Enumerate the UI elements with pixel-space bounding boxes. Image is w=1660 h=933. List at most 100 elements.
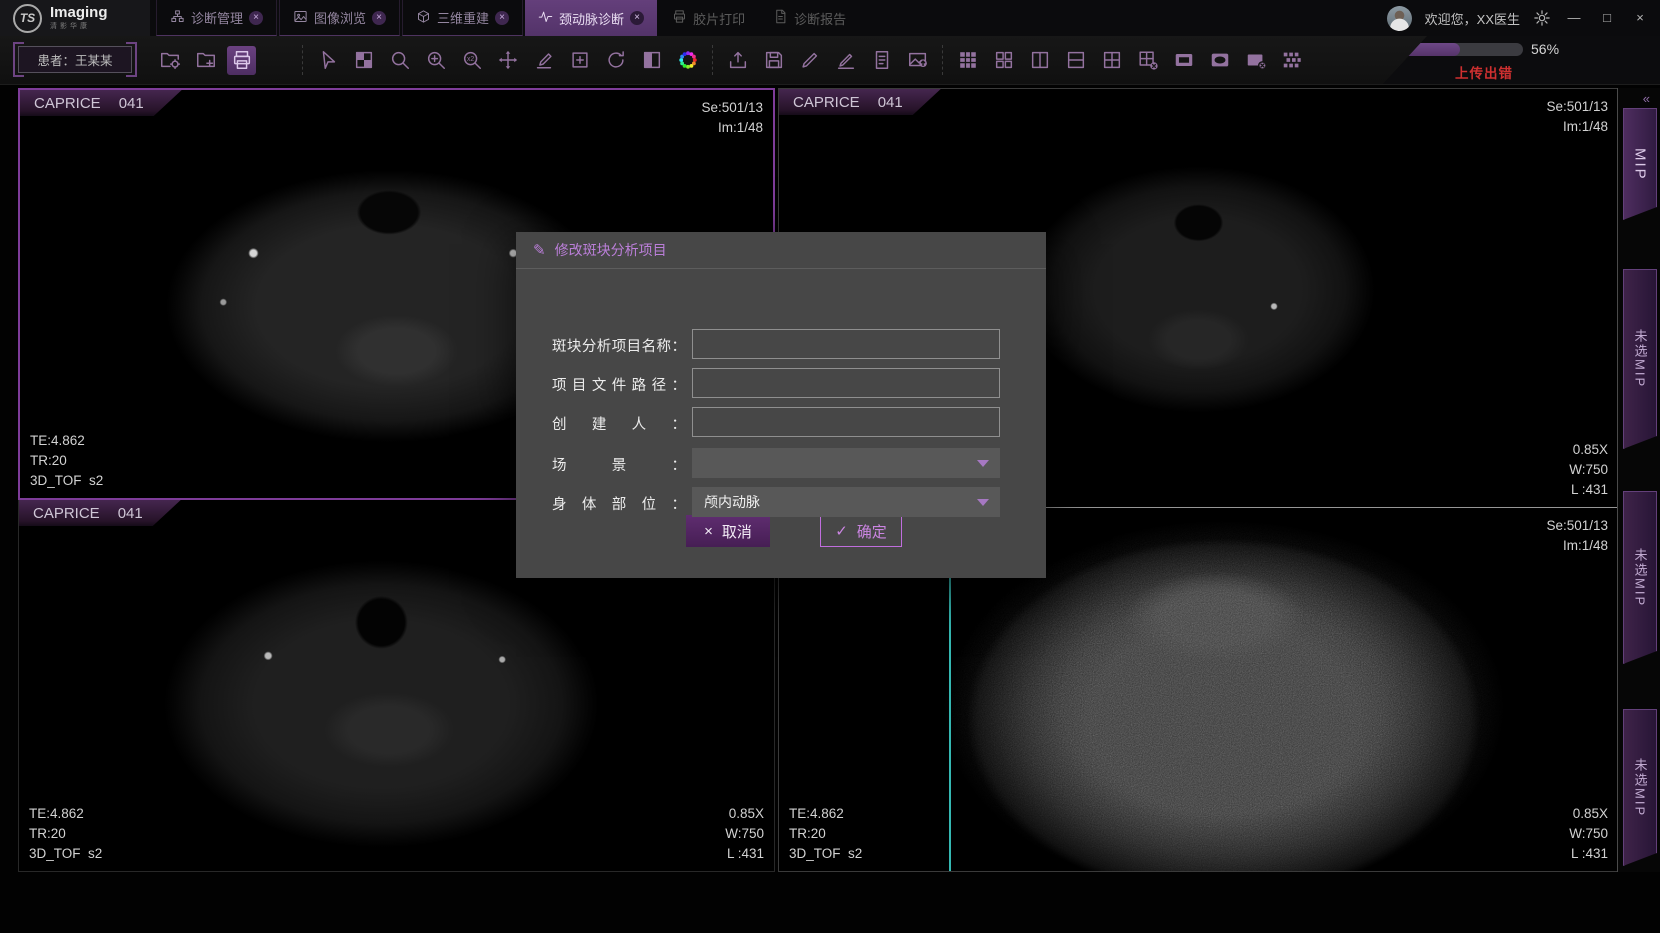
- cancel-x-icon: ×: [704, 523, 713, 540]
- tab-close-icon[interactable]: ×: [249, 11, 263, 25]
- series-tab[interactable]: CAPRICE041: [19, 500, 181, 526]
- overlay-acquisition-info: TE:4.862TR:203D_TOF s2: [29, 804, 102, 864]
- image-icon: [293, 9, 308, 27]
- print-icon[interactable]: [227, 46, 256, 75]
- field-label-1: 斑块分析项目名称：: [552, 335, 686, 356]
- edit-plaque-project-dialog: ✎ 修改斑块分析项目 × 取消 ✓ 确定 斑块分析项目名称： 项目文件路径： 创建人…: [516, 232, 1046, 578]
- field-input-1[interactable]: [692, 329, 1000, 359]
- layout-tiles-icon[interactable]: [989, 46, 1018, 75]
- zoom-in-icon[interactable]: [421, 46, 450, 75]
- field-label-5: 身体部位：: [552, 493, 686, 514]
- brush-icon[interactable]: [795, 46, 824, 75]
- report-export-icon[interactable]: [867, 46, 896, 75]
- field-input-2[interactable]: [692, 368, 1000, 398]
- shape-rect-icon[interactable]: [1169, 46, 1198, 75]
- overlay-display-info: 0.85XW:750L :431: [1569, 440, 1608, 500]
- layout-grid-icon[interactable]: [953, 46, 982, 75]
- upload-error-text: 上传出错: [1455, 62, 1513, 82]
- checkerboard-icon[interactable]: [349, 46, 378, 75]
- zoom-2x-icon[interactable]: x2: [457, 46, 486, 75]
- layout-2row-icon[interactable]: [1061, 46, 1090, 75]
- window-level-icon[interactable]: [637, 46, 666, 75]
- org-icon: [170, 9, 185, 27]
- image-export-icon[interactable]: [903, 46, 932, 75]
- line-pencil-icon[interactable]: [831, 46, 860, 75]
- upload-progress-percent: 56%: [1531, 41, 1559, 57]
- mip-tab-3[interactable]: 未选MIP: [1623, 491, 1657, 664]
- module-tab-label: 诊断管理: [191, 8, 243, 27]
- mosaic-icon[interactable]: [1277, 46, 1306, 75]
- field-input-3[interactable]: [692, 407, 1000, 437]
- folder-add-icon[interactable]: [191, 46, 220, 75]
- dialog-header: ✎ 修改斑块分析项目: [516, 232, 1046, 269]
- minimize-button[interactable]: —: [1564, 0, 1584, 36]
- save-icon[interactable]: [759, 46, 788, 75]
- field-label-3: 创建人：: [552, 413, 686, 434]
- report-icon: [773, 9, 788, 27]
- confirm-button[interactable]: ✓ 确定: [820, 515, 902, 547]
- color-palette-icon[interactable]: [673, 46, 702, 75]
- chevron-down-icon: [977, 460, 989, 467]
- mip-tab-4[interactable]: 未选MIP: [1623, 709, 1657, 866]
- series-number: 041: [119, 95, 144, 112]
- module-tab-3[interactable]: 三维重建×: [402, 0, 523, 36]
- mip-tab-2[interactable]: 未选MIP: [1623, 269, 1657, 449]
- cube-3d-icon[interactable]: [263, 46, 292, 75]
- module-tab-2[interactable]: 图像浏览 ×: [279, 0, 400, 36]
- module-tab-label: 颈动脉诊断: [559, 9, 624, 28]
- waveform-icon: [538, 9, 553, 27]
- shape-rect-delete-icon[interactable]: [1241, 46, 1270, 75]
- patient-selector[interactable]: 患者：王某某: [18, 46, 132, 73]
- tab-close-icon[interactable]: ×: [630, 11, 644, 25]
- overlay-series-info: Se:501/13Im:1/48: [1546, 516, 1608, 556]
- measure-pencil-icon[interactable]: [529, 46, 558, 75]
- add-annotation-icon[interactable]: [565, 46, 594, 75]
- toolbar: x2: [155, 36, 1306, 84]
- module-tab-1[interactable]: 诊断管理 ×: [156, 0, 277, 36]
- user-area: 欢迎您，XX医生 — □ ×: [1387, 0, 1650, 36]
- module-tab-6: 诊断报告: [760, 0, 859, 36]
- print-icon: [672, 9, 687, 27]
- layout-2col-icon[interactable]: [1025, 46, 1054, 75]
- upload-icon[interactable]: [723, 46, 752, 75]
- maximize-button[interactable]: □: [1597, 0, 1617, 36]
- tab-close-icon[interactable]: ×: [495, 11, 509, 25]
- magnifier-icon[interactable]: [385, 46, 414, 75]
- cancel-button[interactable]: × 取消: [686, 515, 770, 547]
- overlay-acquisition-info: TE:4.862TR:203D_TOF s2: [30, 431, 103, 491]
- brand-name: Imaging: [50, 5, 108, 22]
- confirm-label: 确定: [857, 521, 887, 542]
- overlay-display-info: 0.85XW:750L :431: [1569, 804, 1608, 864]
- rotate-reset-icon[interactable]: [601, 46, 630, 75]
- module-tab-label: 图像浏览: [314, 8, 366, 27]
- mip-tab-1[interactable]: MIP: [1623, 108, 1657, 220]
- close-button[interactable]: ×: [1630, 0, 1650, 36]
- confirm-check-icon: ✓: [835, 522, 848, 540]
- collapse-rail-icon[interactable]: «: [1643, 91, 1648, 106]
- brand-subtitle: 清影华康: [50, 23, 108, 31]
- series-tab[interactable]: CAPRICE041: [779, 89, 941, 115]
- folder-settings-icon[interactable]: [155, 46, 184, 75]
- mip-rail: « MIP 未选MIP 未选MIP 未选MIP: [1617, 88, 1660, 872]
- tab-close-icon[interactable]: ×: [372, 11, 386, 25]
- overlay-series-info: Se:501/13Im:1/48: [701, 98, 763, 138]
- shape-ellipse-icon[interactable]: [1205, 46, 1234, 75]
- series-tab[interactable]: CAPRICE 041: [20, 90, 182, 116]
- upload-progress-fill: [1401, 43, 1460, 56]
- field-select-5[interactable]: 颅内动脉: [692, 487, 1000, 517]
- svg-text:x2: x2: [467, 56, 474, 63]
- dialog-title: 修改斑块分析项目: [555, 240, 667, 260]
- toolbar-divider: [712, 45, 713, 75]
- cursor-icon[interactable]: [313, 46, 342, 75]
- module-tab-4[interactable]: 颈动脉诊断 ×: [525, 0, 657, 36]
- series-name: CAPRICE: [34, 95, 101, 112]
- user-avatar[interactable]: [1387, 6, 1412, 31]
- field-label-2: 项目文件路径：: [552, 374, 686, 395]
- field-select-4[interactable]: [692, 448, 1000, 478]
- layout-clear-icon[interactable]: [1133, 46, 1162, 75]
- settings-gear-icon[interactable]: [1533, 9, 1551, 27]
- pan-icon[interactable]: [493, 46, 522, 75]
- layout-2x2-icon[interactable]: [1097, 46, 1126, 75]
- toolbar-divider: [302, 45, 303, 75]
- cube-icon: [416, 9, 431, 27]
